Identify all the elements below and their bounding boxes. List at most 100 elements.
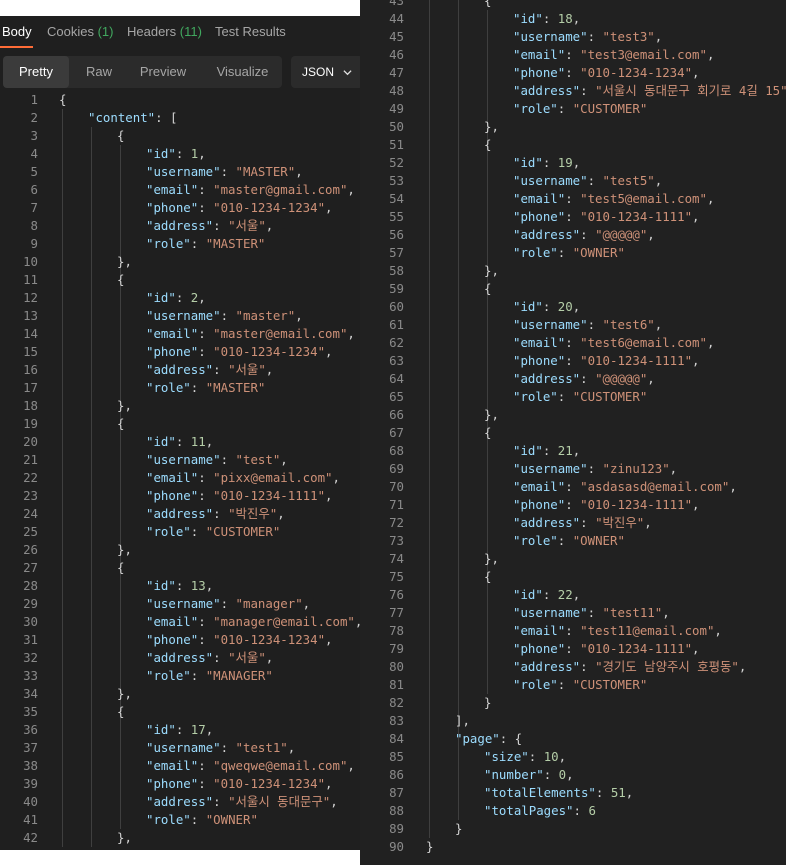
json-key: "id" bbox=[146, 290, 176, 305]
json-punct: , bbox=[265, 650, 274, 665]
code-line: 24 "address": "박진우", bbox=[0, 505, 360, 523]
view-raw-button[interactable]: Raw bbox=[69, 56, 129, 88]
json-key: "id" bbox=[513, 299, 543, 314]
line-number: 51 bbox=[389, 137, 404, 152]
line-number: 2 bbox=[30, 110, 38, 125]
code-line: 68 "id": 21, bbox=[360, 442, 786, 460]
json-punct: : bbox=[213, 362, 229, 377]
line-number: 23 bbox=[23, 488, 38, 503]
code-line: 1{ bbox=[0, 91, 360, 109]
json-string: "OWNER" bbox=[205, 812, 258, 827]
active-tab-indicator bbox=[0, 46, 33, 48]
code-line: 16 "address": "서울", bbox=[0, 361, 360, 379]
view-preview-button[interactable]: Preview bbox=[129, 56, 197, 88]
json-string: "010-1234-1111" bbox=[580, 641, 693, 656]
line-number: 8 bbox=[30, 218, 38, 233]
json-string: "@@@@@" bbox=[595, 371, 648, 386]
line-number: 18 bbox=[23, 398, 38, 413]
json-punct: , bbox=[738, 659, 747, 674]
code-text: "username": "test", bbox=[146, 451, 288, 469]
code-line: 58}, bbox=[360, 262, 786, 280]
code-line: 84 "page": { bbox=[360, 730, 786, 748]
json-string: "CUSTOMER" bbox=[572, 677, 648, 692]
json-key: "address" bbox=[146, 506, 214, 521]
line-number: 7 bbox=[30, 200, 38, 215]
code-text: "email": "master@email.com", bbox=[146, 325, 355, 343]
json-string: "test11@email.com" bbox=[580, 623, 715, 638]
line-number: 25 bbox=[23, 524, 38, 539]
tab-test-results[interactable]: Test Results bbox=[215, 24, 286, 39]
code-text: "role": "CUSTOMER" bbox=[146, 523, 280, 541]
json-string: "test5" bbox=[602, 173, 655, 188]
code-text: "id": 19, bbox=[513, 154, 580, 172]
code-line: 27 { bbox=[0, 559, 360, 577]
code-text: "address": "서울", bbox=[146, 361, 273, 379]
code-line: 2 "content": [ bbox=[0, 109, 360, 127]
line-number: 66 bbox=[389, 407, 404, 422]
json-key: "size" bbox=[484, 749, 529, 764]
code-text: "address": "경기도 남양주시 호평동", bbox=[513, 658, 746, 676]
code-text: "email": "asdasasd@email.com", bbox=[513, 478, 737, 496]
json-key: "username" bbox=[146, 164, 221, 179]
code-text: } bbox=[455, 820, 462, 838]
json-viewer-left[interactable]: 1{2 "content": [3{4 "id": 1, 5 "username": "… bbox=[0, 91, 360, 850]
json-string: "test6" bbox=[602, 317, 655, 332]
view-pretty-button[interactable]: Pretty bbox=[3, 56, 69, 88]
view-visualize-button[interactable]: Visualize bbox=[203, 56, 282, 88]
json-string: "010-1234-1234" bbox=[213, 344, 326, 359]
json-punct: }, bbox=[117, 686, 132, 701]
code-line: 18}, bbox=[0, 397, 360, 415]
json-punct: : bbox=[587, 173, 603, 188]
code-text: "address": "박진우", bbox=[146, 505, 285, 523]
json-punct: , bbox=[205, 434, 214, 449]
code-line: 88 "totalPages": 6 bbox=[360, 802, 786, 820]
line-number: 33 bbox=[23, 668, 38, 683]
json-punct: : bbox=[542, 299, 558, 314]
code-line: 70 "email": "asdasasd@email.com", bbox=[360, 478, 786, 496]
format-select[interactable]: JSON bbox=[291, 56, 360, 88]
line-number: 6 bbox=[30, 182, 38, 197]
view-mode-group: Pretty Raw Preview Visualize bbox=[3, 56, 282, 88]
json-key: "id" bbox=[513, 587, 543, 602]
json-punct: , bbox=[692, 353, 700, 368]
json-punct: , bbox=[325, 632, 333, 647]
code-text: "id": 18, bbox=[513, 10, 580, 28]
json-punct: : bbox=[213, 650, 229, 665]
line-number: 14 bbox=[23, 326, 38, 341]
json-key: "username" bbox=[146, 596, 221, 611]
code-line: 55 "phone": "010-1234-1111", bbox=[360, 208, 786, 226]
line-number: 71 bbox=[389, 497, 404, 512]
json-punct: , bbox=[205, 578, 214, 593]
tab-body[interactable]: Body bbox=[2, 24, 32, 39]
json-punct: { bbox=[117, 416, 125, 431]
json-key: "email" bbox=[146, 614, 199, 629]
code-line: 85 "size": 10, bbox=[360, 748, 786, 766]
code-text: }, bbox=[484, 118, 499, 136]
json-punct: } bbox=[455, 821, 463, 836]
code-text: "email": "test11@email.com", bbox=[513, 622, 722, 640]
line-number: 72 bbox=[389, 515, 404, 530]
json-punct: : bbox=[198, 182, 214, 197]
code-line: 74}, bbox=[360, 550, 786, 568]
json-punct: : bbox=[213, 218, 229, 233]
json-string: "CUSTOMER" bbox=[205, 524, 281, 539]
code-line: 31 "phone": "010-1234-1234", bbox=[0, 631, 360, 649]
json-punct: : bbox=[198, 470, 214, 485]
json-punct: : bbox=[198, 488, 214, 503]
code-line: 89} bbox=[360, 820, 786, 838]
code-text: { bbox=[484, 136, 491, 154]
json-punct: { bbox=[484, 0, 492, 8]
json-key: "address" bbox=[146, 218, 214, 233]
code-text: "role": "CUSTOMER" bbox=[513, 676, 647, 694]
json-viewer-right[interactable]: 43 {44 "id": 18, 45 "username": "test3", 46 "e… bbox=[360, 0, 786, 865]
line-number: 1 bbox=[30, 92, 38, 107]
response-tabs: Body Cookies (1) Headers (11) Test Resul… bbox=[0, 16, 360, 48]
code-text: "totalPages": 6 bbox=[484, 802, 596, 820]
code-line: 41 "role": "OWNER" bbox=[0, 811, 360, 829]
json-punct: : bbox=[587, 461, 603, 476]
tab-cookies[interactable]: Cookies (1) bbox=[47, 24, 113, 39]
tab-headers[interactable]: Headers (11) bbox=[127, 24, 202, 39]
json-key: "role" bbox=[513, 533, 558, 548]
line-number: 62 bbox=[389, 335, 404, 350]
code-text: { bbox=[117, 703, 124, 721]
